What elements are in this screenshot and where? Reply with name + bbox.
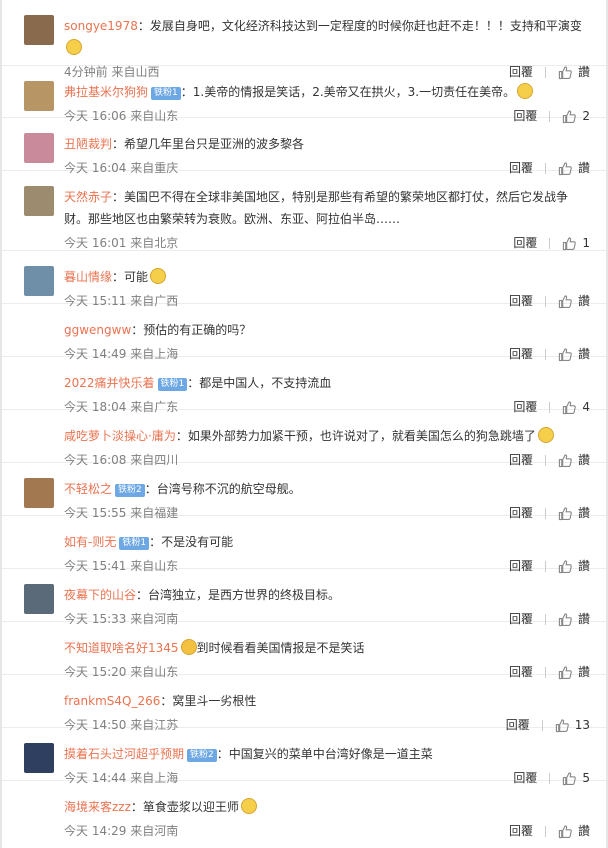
comment-content: ：箪食壶浆以迎王师: [130, 800, 239, 814]
comment-text: 2022痛并快乐着 铁粉1 ：都是中国人，不支持流血: [64, 372, 590, 394]
comment-text: ggwengww：预估的有正确的吗？: [64, 319, 590, 341]
comment-text: 丑陋裁判：希望几年里台只是亚洲的波多黎各: [64, 133, 590, 155]
comment-item: ggwengww：预估的有正确的吗？ 今天 14:49 来自上海 回覆讚: [2, 304, 606, 361]
fan-badge: 铁粉1: [119, 537, 150, 550]
comment-content: ：如果外部势力加紧干预，也许说对了，就看美国怎么的狗急跳墙了: [175, 429, 536, 443]
comment-item: songye1978：发展自身吧，文化经济科技达到一定程度的时候你赶也赶不走！！…: [2, 0, 606, 79]
comment-content: ：台湾独立，是西方世界的终极目标。: [136, 588, 341, 602]
comment-username[interactable]: 如有-则无: [64, 535, 116, 549]
comment-username[interactable]: 弗拉基米尔狗狗: [64, 85, 148, 99]
comment-text: 不知道取啥名好1345 到时候看看美国情报是不是笑话: [64, 637, 590, 659]
fan-badge: 铁粉2: [187, 749, 217, 762]
comment-text: 天然赤子：美国巴不得在全球非美国地区，特别是那些有希望的繁荣地区都打仗，然后它发…: [64, 186, 590, 230]
comment-username[interactable]: 不知道取啥名好1345: [64, 641, 179, 655]
divider: [544, 825, 546, 837]
comment-content: ：希望几年里台只是亚洲的波多黎各: [112, 137, 305, 151]
comment-content: ：发展自身吧，文化经济科技达到一定程度的时候你赶也赶不走！！！支持和平演变: [137, 19, 582, 33]
comment-item: 不知道取啥名好1345 到时候看看美国情报是不是笑话 今天 15:20 来自山东 回覆…: [2, 622, 606, 679]
comment-content: ：美国巴不得在全球非美国地区，特别是那些有希望的繁荣地区都打仗，然后它发战争财。…: [64, 190, 569, 226]
comment-username[interactable]: 不轻松之: [64, 482, 112, 496]
emoji-icon: [66, 39, 82, 55]
comment-username[interactable]: 2022痛并快乐着: [64, 376, 155, 390]
avatar[interactable]: [24, 186, 54, 216]
emoji-icon: [240, 798, 257, 814]
comment-item: 2022痛并快乐着 铁粉1 ：都是中国人，不支持流血 今天 18:04 来自广东 回覆 4: [2, 357, 606, 414]
fan-badge: 铁粉1: [151, 87, 181, 100]
comment-body: 海境来客zzz：箪食壶浆以迎王师今天 14:29 来自河南 回覆 讚: [64, 796, 606, 844]
comment-item: 夜幕下的山谷：台湾独立，是西方世界的终极目标。 今天 15:33 来自河南 回覆讚: [2, 569, 606, 626]
thumbs-up-icon: [558, 824, 572, 838]
comment-text: 如有-则无 铁粉1 ：不是没有可能: [64, 531, 590, 553]
fan-badge: 铁粉1: [157, 378, 188, 391]
comment-text: 弗拉基米尔狗狗 铁粉1 ：1.美帝的情报是笑话，2.美帝又在拱火，3.一切责任在美帝…: [64, 81, 590, 103]
comment-item: 摸着石头过河超乎预期 铁粉2 ：中国复兴的菜单中台湾好像是一道主菜 今天 14:44 …: [2, 728, 606, 785]
comment-username[interactable]: ggwengww: [64, 323, 131, 337]
comment-username[interactable]: 天然赤子: [64, 190, 112, 204]
comment-text: songye1978：发展自身吧，文化经济科技达到一定程度的时候你赶也赶不走！！…: [64, 15, 590, 59]
like-button[interactable]: 讚: [558, 820, 590, 842]
comment-content: 到时候看看美国情报是不是笑话: [196, 641, 365, 655]
comment-actions: 回覆 讚: [509, 820, 590, 842]
avatar[interactable]: [24, 133, 54, 163]
comment-item: 咸吃萝卜淡操心·庸为：如果外部势力加紧干预，也许说对了，就看美国怎么的狗急跳墙了…: [2, 410, 606, 467]
comments-panel: songye1978：发展自身吧，文化经济科技达到一定程度的时候你赶也赶不走！！…: [2, 0, 606, 848]
avatar[interactable]: [24, 478, 54, 508]
comment-item: 弗拉基米尔狗狗 铁粉1 ：1.美帝的情报是笑话，2.美帝又在拱火，3.一切责任在美帝…: [2, 66, 606, 123]
comment-username[interactable]: songye1978: [64, 19, 138, 33]
reply-button[interactable]: 回覆: [509, 820, 533, 842]
comment-item: 海境来客zzz：箪食壶浆以迎王师 今天 14:29 来自河南 回覆讚: [2, 781, 606, 838]
comment-text: 海境来客zzz：箪食壶浆以迎王师: [64, 796, 590, 818]
comment-username[interactable]: 丑陋裁判: [64, 137, 112, 151]
comment-item: frankmS4Q_266：窝里斗一劣根性 今天 14:50 来自江苏 回覆 13: [2, 675, 606, 732]
comment-content: ：都是中国人，不支持流血: [187, 376, 332, 390]
comment-text: frankmS4Q_266：窝里斗一劣根性: [64, 690, 590, 712]
comment-username[interactable]: 暮山情缘: [64, 270, 112, 284]
avatar[interactable]: [24, 743, 54, 773]
comment-username[interactable]: frankmS4Q_266: [64, 694, 160, 708]
comment-body: 天然赤子：美国巴不得在全球非美国地区，特别是那些有希望的繁荣地区都打仗，然后它发…: [64, 186, 606, 256]
emoji-icon: [150, 268, 167, 284]
comment-text: 暮山情缘：可能: [64, 266, 590, 288]
laugh-emoji-icon: [180, 639, 197, 655]
comment-time-location: 今天 16:01 来自北京: [64, 236, 179, 250]
comment-item: 如有-则无 铁粉1 ：不是没有可能 今天 15:41 来自山东 回覆讚: [2, 516, 606, 573]
fan-badge: 铁粉2: [115, 484, 145, 497]
emoji-icon: [517, 83, 534, 99]
comment-text: 咸吃萝卜淡操心·庸为：如果外部势力加紧干预，也许说对了，就看美国怎么的狗急跳墙了: [64, 425, 590, 447]
divider: [549, 237, 551, 249]
comment-content: ：可能: [112, 270, 149, 284]
comment-content: ：中国复兴的菜单中台湾好像是一道主菜: [216, 747, 433, 761]
emoji-icon: [537, 427, 554, 443]
comment-text: 摸着石头过河超乎预期 铁粉2 ：中国复兴的菜单中台湾好像是一道主菜: [64, 743, 590, 765]
comment-item: 暮山情缘：可能 今天 15:11 来自广西 回覆讚: [2, 251, 606, 308]
avatar[interactable]: [24, 584, 54, 614]
like-label: 讚: [577, 824, 590, 838]
comment-content: ：1.美帝的情报是笑话，2.美帝又在拱火，3.一切责任在美帝。: [180, 85, 516, 99]
comment-username[interactable]: 海境来客zzz: [64, 800, 131, 814]
avatar[interactable]: [24, 15, 54, 45]
comment-meta: 今天 14:29 来自河南 回覆 讚: [64, 820, 590, 844]
comment-content: ：不是没有可能: [149, 535, 234, 549]
comment-item: 丑陋裁判：希望几年里台只是亚洲的波多黎各 今天 16:04 来自重庆 回覆讚: [2, 118, 606, 175]
comment-username[interactable]: 夜幕下的山谷: [64, 588, 136, 602]
comment-time-location: 今天 14:29 来自河南: [64, 824, 179, 838]
avatar[interactable]: [24, 81, 54, 111]
comment-text: 不轻松之 铁粉2 ：台湾号称不沉的航空母舰。: [64, 478, 590, 500]
comment-text: 夜幕下的山谷：台湾独立，是西方世界的终极目标。: [64, 584, 590, 606]
comment-content: ：预估的有正确的吗？: [131, 323, 252, 337]
comment-item: 不轻松之 铁粉2 ：台湾号称不沉的航空母舰。 今天 15:55 来自福建 回覆讚: [2, 463, 606, 520]
comment-content: ：窝里斗一劣根性: [160, 694, 257, 708]
comment-item: 天然赤子：美国巴不得在全球非美国地区，特别是那些有希望的繁荣地区都打仗，然后它发…: [2, 171, 606, 251]
comment-content: ：台湾号称不沉的航空母舰。: [144, 482, 301, 496]
thumbs-up-icon: [563, 236, 577, 250]
avatar[interactable]: [24, 266, 54, 296]
comment-username[interactable]: 摸着石头过河超乎预期: [64, 747, 184, 761]
comment-username[interactable]: 咸吃萝卜淡操心·庸为: [64, 429, 176, 443]
